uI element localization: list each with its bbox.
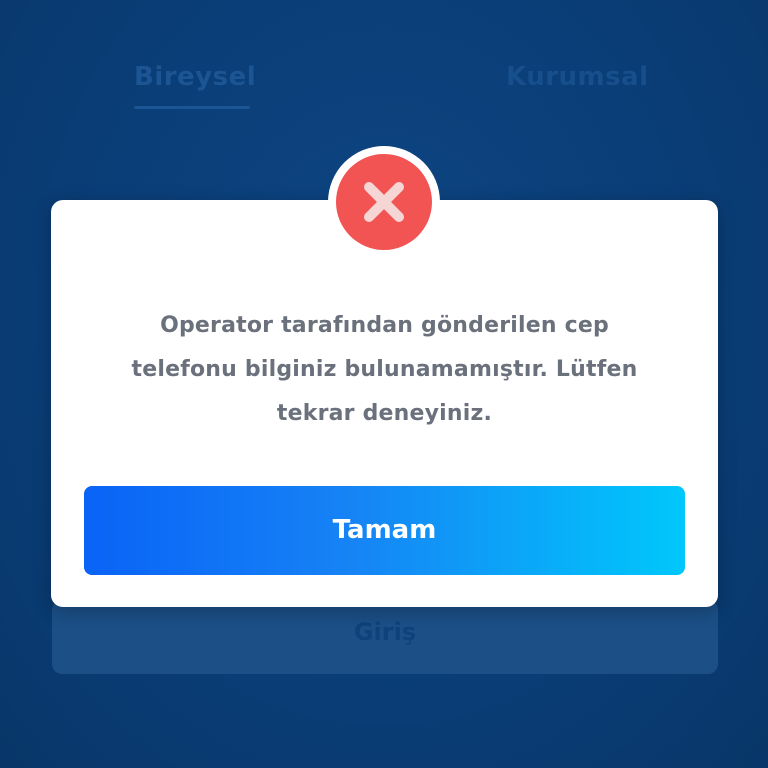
error-badge (328, 146, 440, 258)
error-message: Operator tarafından gönderilen cep telef… (131, 313, 638, 426)
close-x-icon (364, 182, 404, 222)
tab-bireysel[interactable]: Bireysel (134, 62, 256, 92)
error-dialog: Operator tarafından gönderilen cep telef… (51, 200, 718, 607)
tab-kurumsal[interactable]: Kurumsal (506, 62, 649, 92)
error-icon-circle (336, 154, 432, 250)
ok-button[interactable]: Tamam (84, 486, 685, 575)
login-button[interactable]: Giriş (52, 600, 718, 674)
ok-button-label: Tamam (332, 515, 437, 545)
login-button-label: Giriş (353, 618, 417, 646)
active-tab-underline (134, 106, 250, 109)
